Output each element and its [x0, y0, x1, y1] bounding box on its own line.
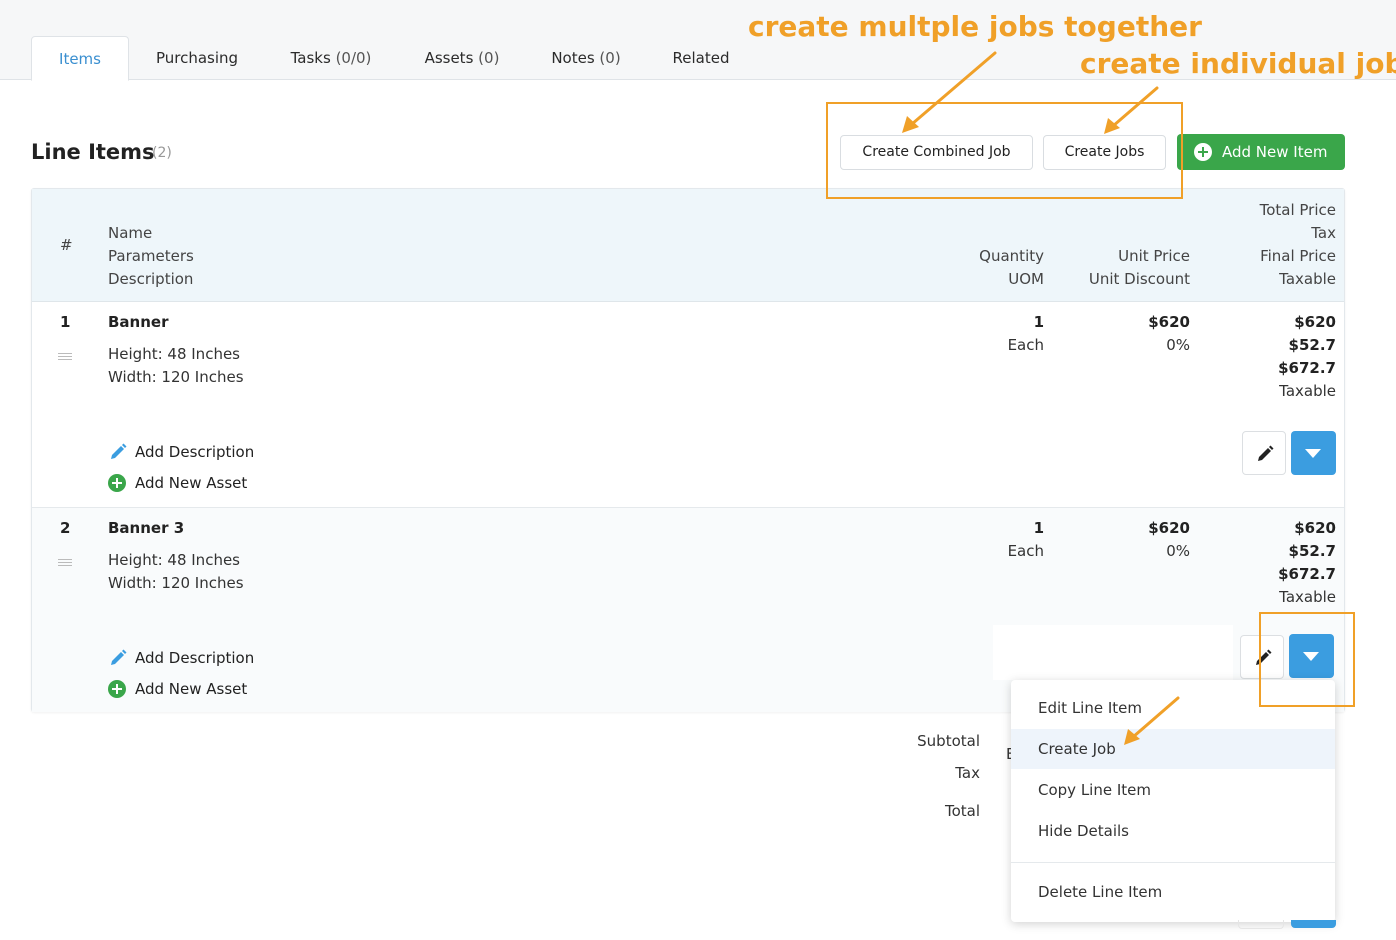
- arrow-to-create-jobs: [1111, 86, 1159, 128]
- annotation-arrows: [902, 51, 1180, 745]
- arrow-to-create-job: [1131, 696, 1180, 739]
- arrow-to-combined-job: [910, 51, 997, 126]
